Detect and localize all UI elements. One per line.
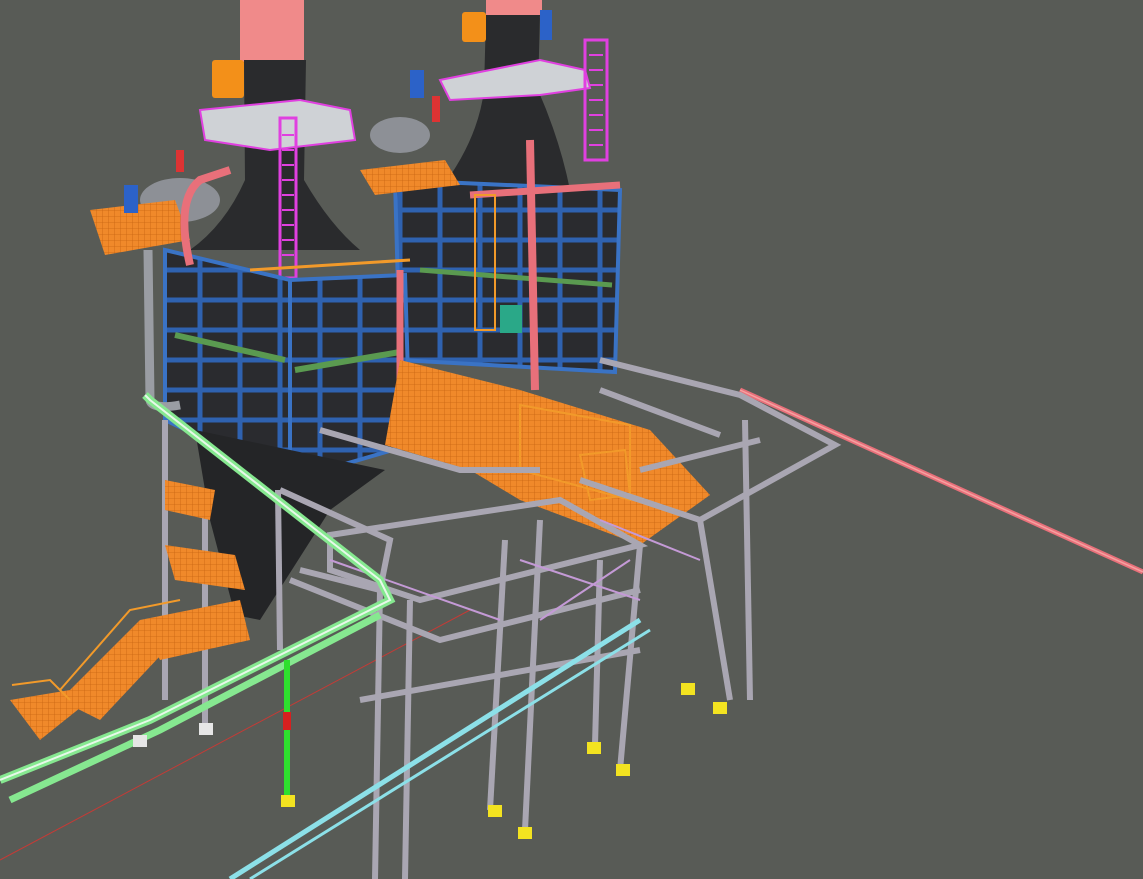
steam-drum-2 — [370, 117, 430, 153]
model-canvas[interactable] — [0, 0, 1143, 879]
silencer-2 — [462, 12, 486, 42]
stack-2 — [440, 15, 570, 190]
valve-2 — [500, 305, 522, 333]
stack-1-tip — [240, 0, 304, 62]
silencer-1 — [212, 60, 244, 98]
handrail-1 — [249, 258, 411, 272]
stack-2-platform — [438, 58, 592, 102]
3d-viewport[interactable] — [0, 0, 1143, 879]
platform-1a — [90, 200, 190, 255]
riser-pipe-2 — [526, 139, 539, 391]
x-axis-line — [0, 609, 471, 861]
stack-1-platform — [198, 98, 357, 152]
